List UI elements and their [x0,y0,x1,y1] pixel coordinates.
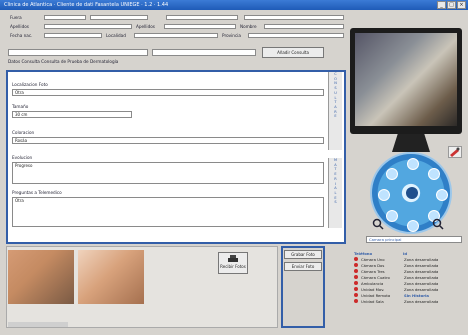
field-coloracion[interactable]: Rosáa [12,137,324,144]
side-tab-bottom[interactable]: MATERIALES [328,158,342,228]
window-controls: _ □ × [437,1,466,9]
status-icon [354,293,358,297]
field-provincia[interactable] [248,33,344,38]
monitor-stand [392,134,430,152]
maximize-button[interactable]: □ [447,1,456,9]
upload-photos-label: Recibir Fotos [220,264,246,269]
label-coloracion: Coloracion [12,130,35,135]
label-localizacion: Localizacion Foto [12,82,48,87]
contact-list: Teléfono Id Cámara Uno Zona desarrollada C… [354,250,464,330]
label-localidad: Localidad [106,33,126,38]
skin-photo-1[interactable] [8,250,74,304]
field-apellidos-1[interactable] [44,24,132,29]
status-icon [354,257,358,261]
label-nombre: Nombre [240,24,257,29]
status-icon [354,281,358,285]
settings-icon-button[interactable] [448,146,462,158]
label-row1: Fuera [10,15,22,20]
dial-petal-s[interactable] [407,220,419,232]
label-preguntas: Preguntas a Telemedico [12,190,62,195]
add-consulta-label: Añadir Consulta [277,50,309,55]
camera-select[interactable]: Camara principal [366,236,462,243]
dial-center-button[interactable] [406,187,418,199]
skin-photo-2[interactable] [78,250,144,304]
field-row1-b[interactable] [90,15,148,20]
field-localidad[interactable] [134,33,218,38]
dial-petal-nw[interactable] [386,168,398,180]
add-consulta-button[interactable]: Añadir Consulta [262,47,324,58]
zoom-out-icon[interactable] [372,218,386,230]
status-icon [354,287,358,291]
status-icon [354,269,358,273]
zoom-in-icon[interactable] [432,218,446,230]
dial-petal-w[interactable] [378,189,390,201]
field-preguntas[interactable]: Otra [12,197,324,227]
dial-petal-n[interactable] [407,158,419,170]
photo-scrollbar[interactable] [8,322,68,327]
contact-row[interactable]: Unidad Sala Zona desarrollada [354,298,464,304]
side-letters-bottom: MATERIALES [333,158,338,205]
minimize-button[interactable]: _ [437,1,446,9]
status-icon [354,275,358,279]
field-localizacion[interactable]: Otra [12,89,324,96]
field-row1-a[interactable] [44,15,86,20]
consulta-tab[interactable]: Datos Consulta Consulta de Prueba de Der… [8,59,338,66]
consulta-select[interactable] [8,49,148,56]
label-apellidos-2: Apellidos [136,24,155,29]
printer-icon [228,255,238,262]
status-icon [354,263,358,267]
close-button[interactable]: × [457,1,466,9]
capture-photo-button[interactable]: Grabar Foto [284,250,322,259]
tools-icon [450,147,460,157]
field-row1-d[interactable] [244,15,344,20]
label-apellidos-1: Apellidos [10,24,29,29]
consulta-date[interactable] [152,49,256,56]
status-icon [354,299,358,303]
label-provincia: Provincia [222,33,241,38]
label-evolucion: Evolucion [12,155,33,160]
dial-petal-ne[interactable] [428,168,440,180]
window-title-bar: Clinica de Atlantica · Cliente de dati F… [0,0,468,10]
field-row1-c[interactable] [166,15,238,20]
upload-photos-button[interactable]: Recibir Fotos [218,252,248,274]
dial-petal-sw[interactable] [386,210,398,222]
send-photo-button[interactable]: Enviar Foto [284,262,322,271]
video-feed[interactable] [355,33,457,126]
field-nombre[interactable] [264,24,344,29]
field-apellidos-2[interactable] [164,24,236,29]
label-tamano: Tamaño [12,104,29,109]
patient-header: Fuera Apellidos Apellidos Nombre Fecha n… [6,14,346,46]
field-fecha-nac[interactable] [44,33,102,38]
field-tamano[interactable]: 30 cm [12,111,132,118]
side-letters-top: CONSULTARE [334,72,337,119]
dial-petal-e[interactable] [436,189,448,201]
label-fecha-nac: Fecha nac. [10,33,33,38]
window-title: Clinica de Atlantica · Cliente de dati F… [4,2,169,8]
field-evolucion[interactable]: Progreso [12,162,324,184]
side-tab-top[interactable]: CONSULTARE [328,72,342,150]
